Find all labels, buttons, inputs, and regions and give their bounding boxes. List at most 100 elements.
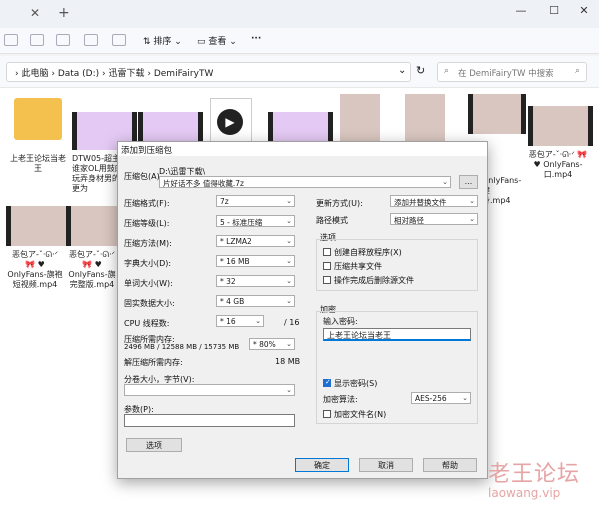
more-button[interactable]: ··· <box>251 34 261 44</box>
list-item[interactable]: 恶包ア-ˇ·ᘏ·ᐟ 🎀 ♥ OnlyFans-旗完整版.mp4 <box>66 206 126 290</box>
chevron-down-icon: ⌄ <box>286 277 292 285</box>
options-button[interactable]: 选项 <box>126 438 182 452</box>
file-name: 恶包ア-ˇ·ᘏ·ᐟ 🎀 ♥ OnlyFans-口.mp4 <box>528 150 588 179</box>
list-item[interactable] <box>405 94 447 142</box>
close-tab-icon[interactable]: ✕ <box>30 6 40 20</box>
share-icon[interactable] <box>84 34 98 46</box>
format-label: 压缩格式(F): <box>124 199 170 208</box>
enc-method-label: 加密算法: <box>323 395 358 404</box>
threads-select[interactable]: * 16 ⌄ <box>216 315 264 327</box>
breadcrumb[interactable]: › 此电脑 › Data (D:) › 迅雷下载 › DemiFairyTW ⌄ <box>6 62 411 82</box>
chevron-down-icon: ⌄ <box>286 257 292 265</box>
crumb-this-pc[interactable]: 此电脑 <box>21 69 48 79</box>
new-icon[interactable] <box>4 34 18 46</box>
password-label: 输入密码: <box>323 317 358 326</box>
sort-button[interactable]: ⇅ 排序 ⌄ <box>143 34 182 47</box>
method-label: 压缩方法(M): <box>124 239 172 248</box>
encrypt-names-label: 加密文件名(N) <box>334 410 387 419</box>
title-bar: ✕ + — ☐ ✕ <box>0 0 599 28</box>
solid-select[interactable]: * 4 GB ⌄ <box>216 295 295 307</box>
sfx-checkbox[interactable] <box>323 248 331 256</box>
chevron-down-icon: ⌄ <box>469 197 475 205</box>
chevron-down-icon: ⌄ <box>286 237 292 245</box>
image-thumbnail <box>405 94 445 142</box>
demem-value: 18 MB <box>275 357 301 366</box>
sfx-label: 创建自释放程序(X) <box>334 248 402 257</box>
format-select[interactable]: 7z ⌄ <box>216 195 295 207</box>
chevron-down-icon: ⌄ <box>469 215 475 223</box>
cancel-button[interactable]: 取消 <box>359 458 413 472</box>
show-password-checkbox[interactable] <box>323 378 331 387</box>
list-item[interactable]: 上老王论坛当老王 <box>8 98 68 174</box>
browse-button[interactable]: ... <box>459 175 478 189</box>
delete-label: 操作完成后删除源文件 <box>334 276 414 285</box>
chevron-down-icon: ⌄ <box>286 297 292 305</box>
list-item[interactable] <box>268 112 333 142</box>
file-name: 上老王论坛当老王 <box>10 154 66 173</box>
video-thumbnail <box>468 94 526 134</box>
mem-percent-select[interactable]: * 80% ⌄ <box>249 338 295 350</box>
threads-total: / 16 <box>284 318 300 327</box>
image-thumbnail <box>340 94 380 142</box>
shared-checkbox[interactable] <box>323 262 331 270</box>
toolbar: ⇅ 排序 ⌄ ▭ 查看 ⌄ ··· <box>0 28 599 54</box>
play-icon: ▶ <box>217 109 243 135</box>
archive-name-combo[interactable]: 片好话不多 值得收藏.7z ⌄ <box>159 176 451 188</box>
file-name: 恶包ア-ˇ·ᘏ·ᐟ 🎀 ♥ OnlyFans-旗完整版.mp4 <box>68 250 116 289</box>
copy-icon[interactable] <box>56 34 70 46</box>
search-submit-icon[interactable]: ⌕ <box>575 66 580 76</box>
ok-button[interactable]: 确定 <box>295 458 349 472</box>
list-item[interactable]: 恶包ア-ˇ·ᘏ·ᐟ 🎀 ♥ OnlyFans-旗袍短视频.mp4 <box>6 206 71 290</box>
shared-label: 压缩共享文件 <box>334 262 382 271</box>
update-label: 更新方式(U): <box>316 199 363 208</box>
media-file-icon: ▶ <box>210 98 252 144</box>
mem-value: 2496 MB / 12588 MB / 15735 MB <box>124 343 240 351</box>
search-input[interactable]: ⌕ 在 DemiFairyTW 中搜索 ⌕ <box>437 62 587 82</box>
list-item[interactable] <box>138 112 203 142</box>
chevron-down-icon: ⌄ <box>286 386 292 394</box>
help-button[interactable]: 帮助 <box>423 458 477 472</box>
method-select[interactable]: * LZMA2 ⌄ <box>216 235 295 247</box>
level-select[interactable]: 5 - 标准压缩 ⌄ <box>216 215 295 227</box>
search-placeholder: 在 DemiFairyTW 中搜索 <box>458 69 554 79</box>
password-input[interactable]: 上老王论坛当老王 <box>323 328 471 341</box>
breadcrumb-items: › 此电脑 › Data (D:) › 迅雷下载 › DemiFairyTW <box>15 69 214 79</box>
solid-label: 固实数据大小: <box>124 299 175 308</box>
window-close-button[interactable]: ✕ <box>575 4 593 17</box>
folder-icon <box>14 98 62 140</box>
chevron-down-icon: ⌄ <box>462 394 468 402</box>
archive-label: 压缩包(A) <box>124 172 160 181</box>
params-input[interactable] <box>124 414 295 427</box>
file-name: 恶包ア-ˇ·ᘏ·ᐟ 🎀 ♥ OnlyFans-旗袍短视频.mp4 <box>7 250 63 289</box>
delete-icon[interactable] <box>112 34 126 46</box>
crumb-folder[interactable]: DemiFairyTW <box>154 69 214 79</box>
crumb-drive[interactable]: Data (D:) <box>58 69 99 79</box>
word-select[interactable]: * 32 ⌄ <box>216 275 295 287</box>
video-thumbnail <box>6 206 71 246</box>
show-password-label: 显示密码(S) <box>334 379 378 388</box>
maximize-button[interactable]: ☐ <box>545 4 563 17</box>
cut-icon[interactable] <box>30 34 44 46</box>
encrypt-names-checkbox[interactable] <box>323 410 331 418</box>
dialog-title: 添加到压缩包 <box>118 142 487 156</box>
chevron-down-icon: ⌄ <box>255 317 261 325</box>
chevron-down-icon: ⌄ <box>286 197 292 205</box>
pathmode-select[interactable]: 相对路径 ⌄ <box>390 213 478 225</box>
view-button[interactable]: ▭ 查看 ⌄ <box>197 34 237 47</box>
crumb-downloads[interactable]: 迅雷下载 <box>108 69 144 79</box>
chevron-down-icon: ⌄ <box>442 178 448 186</box>
split-select[interactable]: ⌄ <box>124 384 295 396</box>
dict-label: 字典大小(D): <box>124 259 172 268</box>
dict-select[interactable]: * 16 MB ⌄ <box>216 255 295 267</box>
delete-checkbox[interactable] <box>323 276 331 284</box>
update-select[interactable]: 添加并替换文件 ⌄ <box>390 195 478 207</box>
new-tab-icon[interactable]: + <box>58 5 70 21</box>
list-item[interactable]: ▶ <box>210 98 252 144</box>
list-item[interactable]: 恶包ア-ˇ·ᘏ·ᐟ 🎀 ♥ OnlyFans-口.mp4 <box>528 106 593 180</box>
demem-label: 解压缩所需内存: <box>124 358 183 367</box>
minimize-button[interactable]: — <box>512 4 530 17</box>
chevron-down-icon[interactable]: ⌄ <box>398 65 406 76</box>
list-item[interactable] <box>340 94 382 142</box>
enc-method-select[interactable]: AES-256 ⌄ <box>411 392 471 404</box>
refresh-icon[interactable]: ↻ <box>416 64 425 77</box>
